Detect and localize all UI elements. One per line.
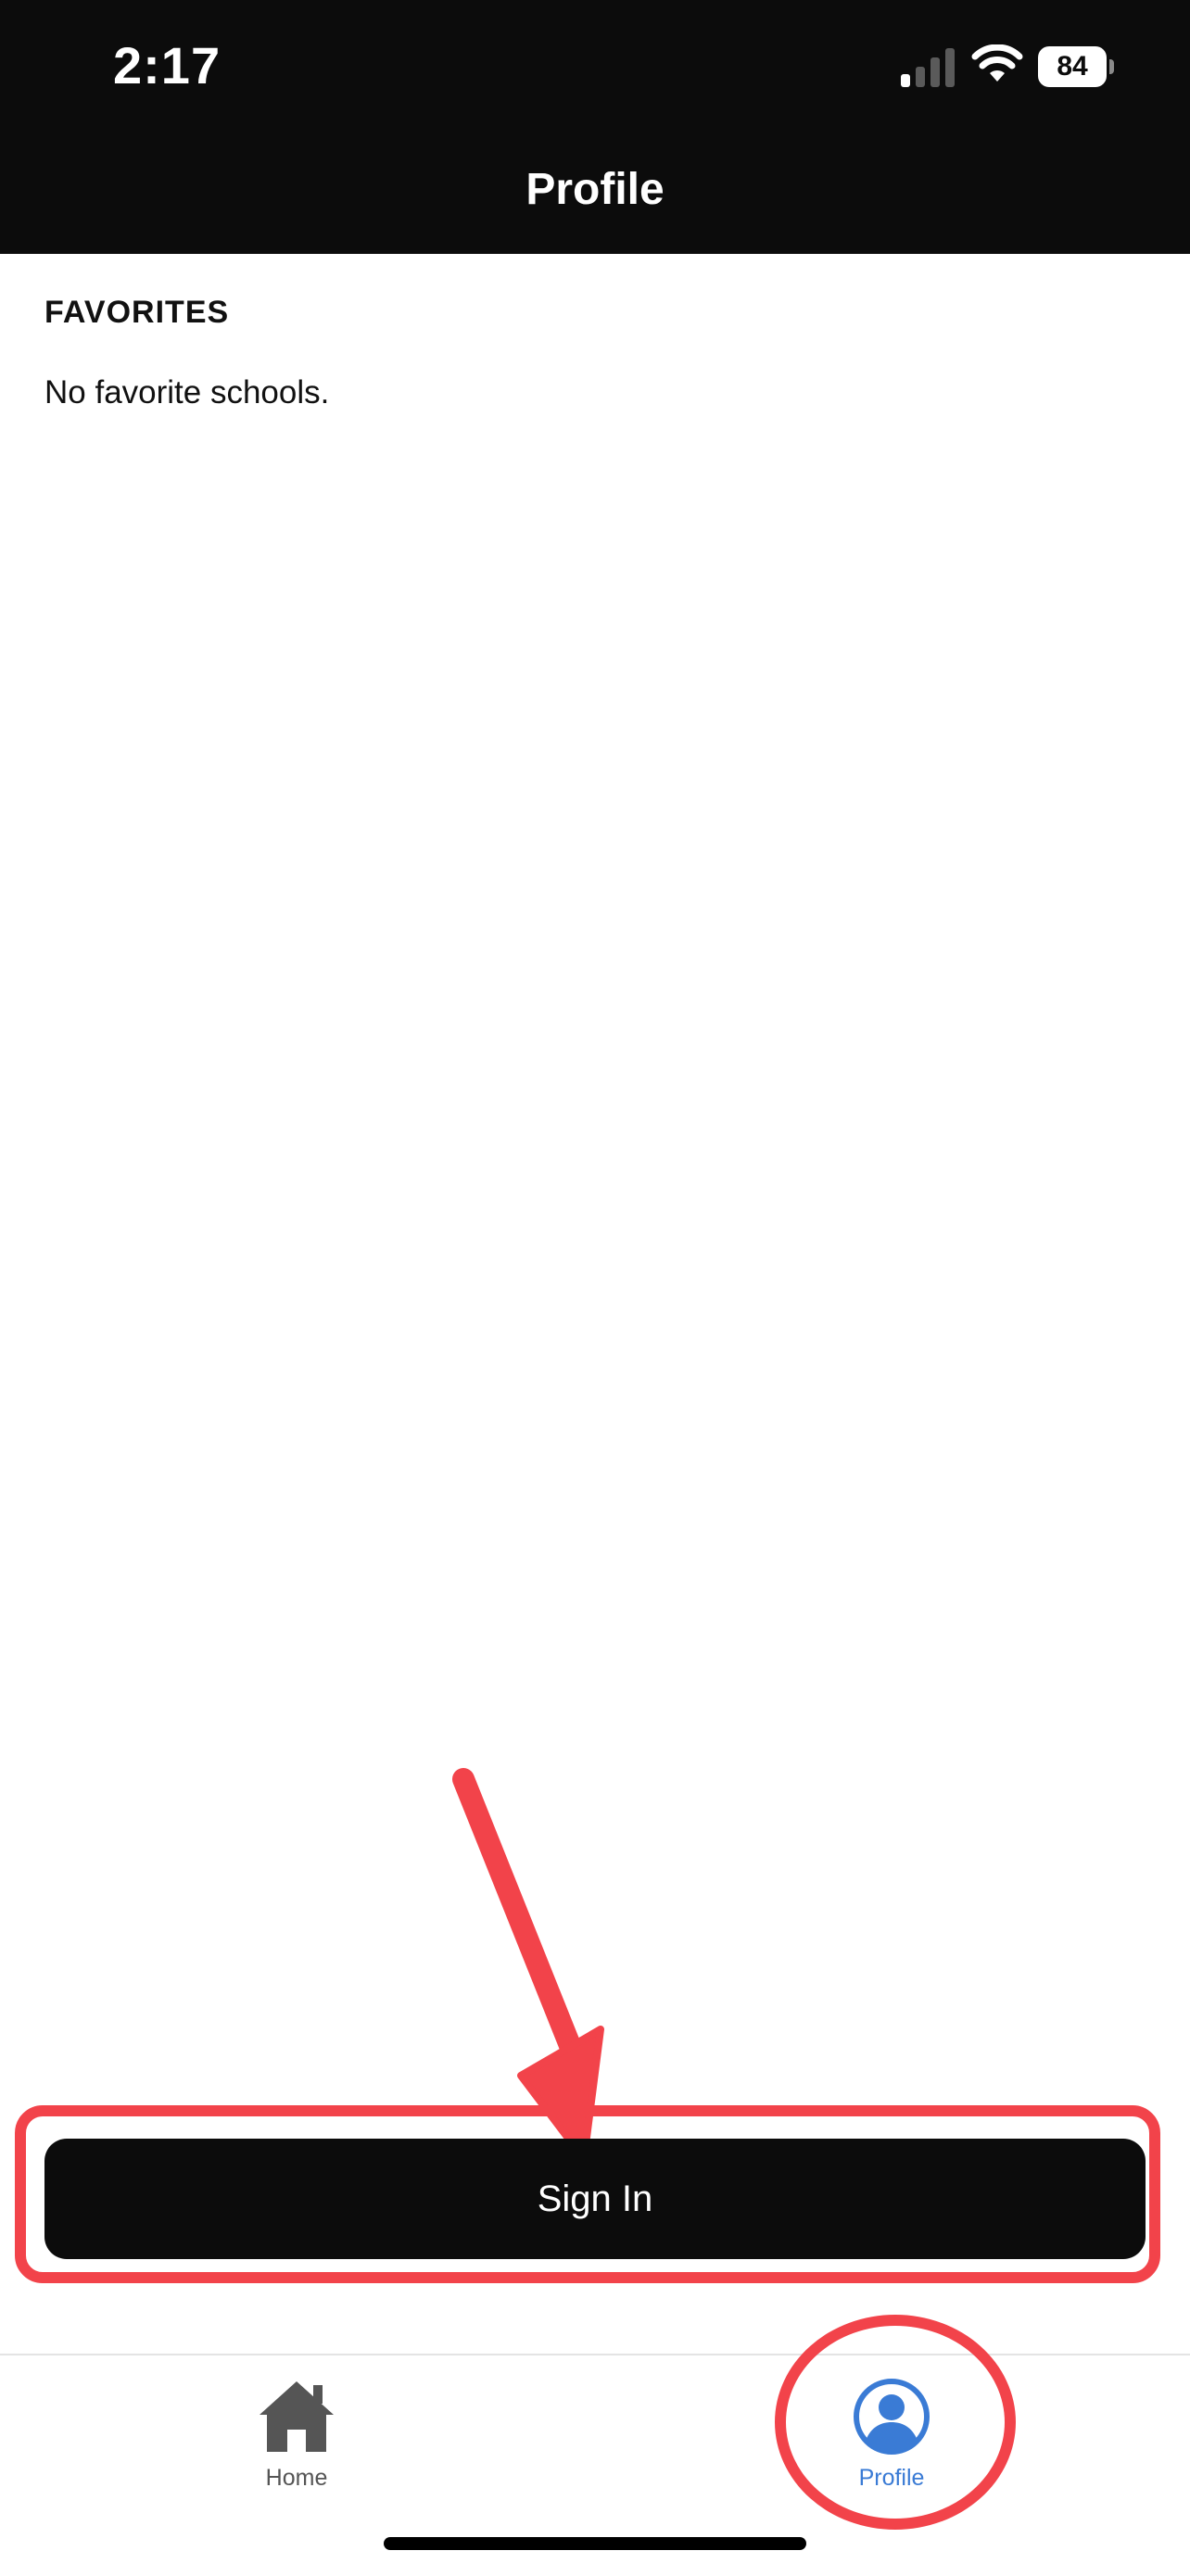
tab-home-label: Home — [265, 2465, 328, 2491]
annotation-arrow-icon — [452, 1768, 604, 2159]
cellular-signal-icon — [901, 48, 955, 87]
status-bar: 2:17 84 — [0, 0, 1190, 139]
page-title: Profile — [525, 165, 665, 214]
favorites-heading: FAVORITES — [44, 295, 230, 330]
profile-tab-highlight-circle — [775, 2315, 1016, 2530]
status-time: 2:17 — [113, 36, 222, 95]
wifi-icon — [971, 44, 1023, 82]
sign-in-button[interactable]: Sign In — [44, 2139, 1146, 2259]
battery-level: 84 — [1057, 51, 1088, 82]
battery-cap — [1109, 59, 1114, 74]
battery-indicator: 84 — [1038, 46, 1114, 87]
favorites-empty-message: No favorite schools. — [44, 374, 330, 410]
navigation-header: Profile — [0, 139, 1190, 254]
home-indicator[interactable] — [384, 2537, 806, 2550]
home-icon — [260, 2381, 334, 2452]
tab-home[interactable]: Home — [195, 2376, 399, 2533]
